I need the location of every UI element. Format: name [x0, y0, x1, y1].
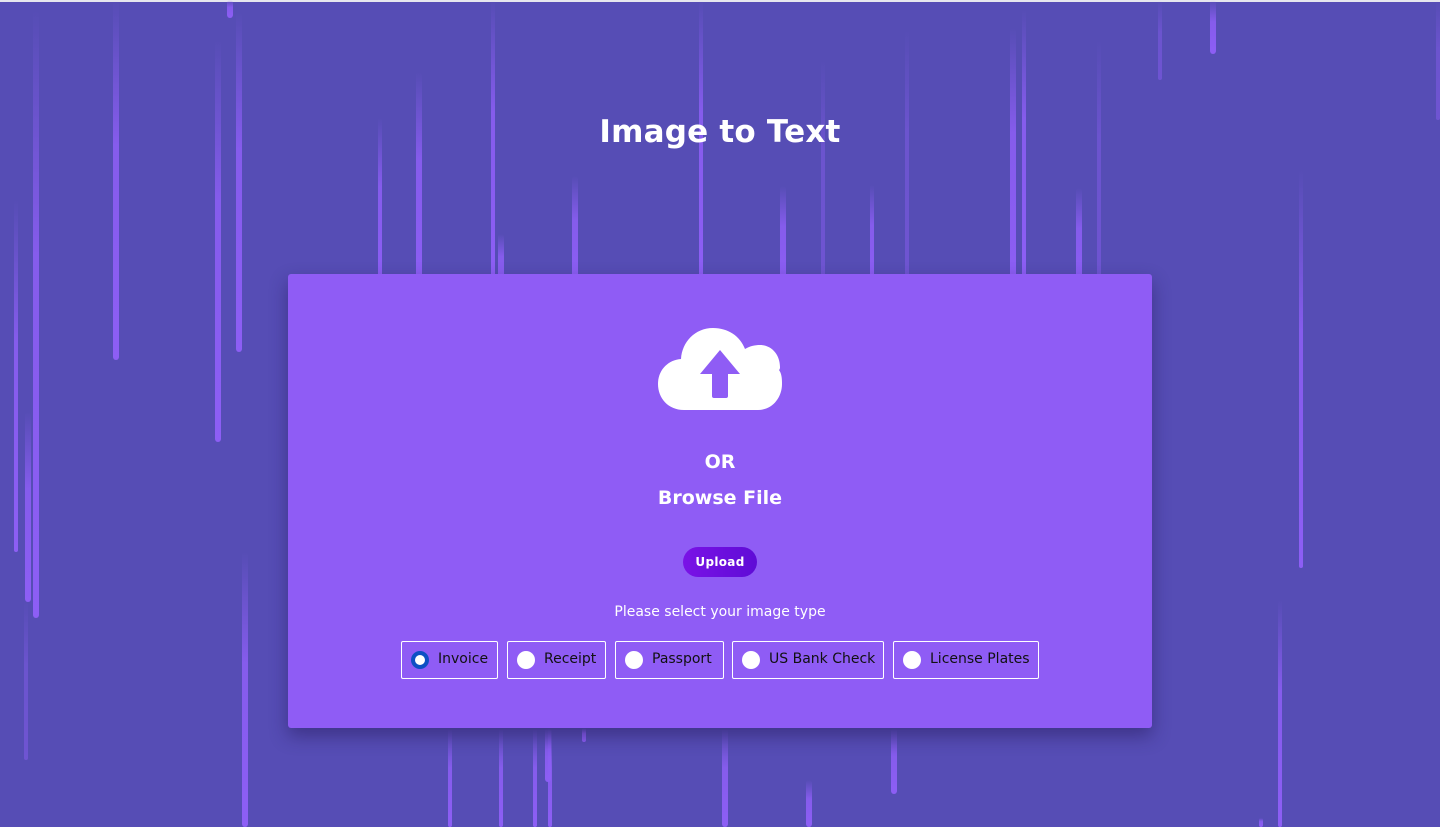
background-streak: [1210, 0, 1216, 54]
background-streak: [25, 412, 31, 602]
image-type-option-label: Passport: [652, 651, 712, 667]
image-type-option-receipt[interactable]: Receipt: [507, 641, 606, 679]
background-streak: [448, 728, 452, 827]
background-streak: [1436, 0, 1440, 120]
background-streak: [806, 780, 812, 827]
background-streak: [821, 60, 825, 280]
background-streak: [242, 552, 248, 827]
image-type-option-license-plates[interactable]: License Plates: [893, 641, 1039, 679]
image-type-option-us-bank-check[interactable]: US Bank Check: [732, 641, 884, 679]
background-streak: [499, 728, 503, 827]
background-streak: [572, 176, 578, 286]
radio-button[interactable]: [903, 651, 921, 669]
or-label: OR: [704, 451, 736, 473]
background-streak: [1097, 40, 1101, 280]
background-streak: [236, 12, 242, 352]
image-type-option-label: License Plates: [930, 651, 1030, 667]
background-streak: [1158, 0, 1162, 80]
background-streak: [870, 185, 874, 285]
background-streak: [533, 728, 537, 827]
background-streak: [1076, 188, 1082, 288]
page-title: Image to Text: [599, 114, 841, 150]
background-streak: [33, 10, 39, 618]
background-streak: [582, 728, 586, 742]
upload-button[interactable]: Upload: [683, 547, 757, 577]
background-streak: [227, 0, 233, 18]
background-streak: [905, 30, 909, 280]
background-streak: [416, 72, 422, 292]
image-type-option-label: Invoice: [438, 651, 489, 667]
radio-button[interactable]: [517, 651, 535, 669]
image-type-option-label: Receipt: [544, 651, 597, 667]
radio-button[interactable]: [625, 651, 643, 669]
background-streak: [113, 0, 119, 360]
background-streak: [548, 728, 552, 827]
radio-button[interactable]: [742, 651, 760, 669]
background-streak: [1278, 600, 1282, 827]
image-type-option-invoice[interactable]: Invoice: [401, 641, 498, 679]
browse-file-link[interactable]: Browse File: [288, 487, 1152, 509]
background-streak: [1259, 818, 1263, 827]
background-streak: [24, 600, 28, 760]
background-streak: [780, 186, 786, 286]
background-streak: [215, 40, 221, 442]
image-type-option-label: US Bank Check: [769, 651, 876, 667]
background-streak: [14, 200, 18, 552]
image-type-prompt: Please select your image type: [614, 604, 826, 620]
upload-card[interactable]: OR Browse File Upload Please select your…: [288, 274, 1152, 728]
cloud-upload-icon[interactable]: [658, 324, 782, 410]
background-streak: [891, 728, 897, 794]
radio-button-checked[interactable]: [411, 651, 429, 669]
background-streak: [722, 728, 728, 827]
background-streak: [1299, 170, 1303, 568]
image-type-option-passport[interactable]: Passport: [615, 641, 724, 679]
background-streak: [1010, 28, 1016, 288]
